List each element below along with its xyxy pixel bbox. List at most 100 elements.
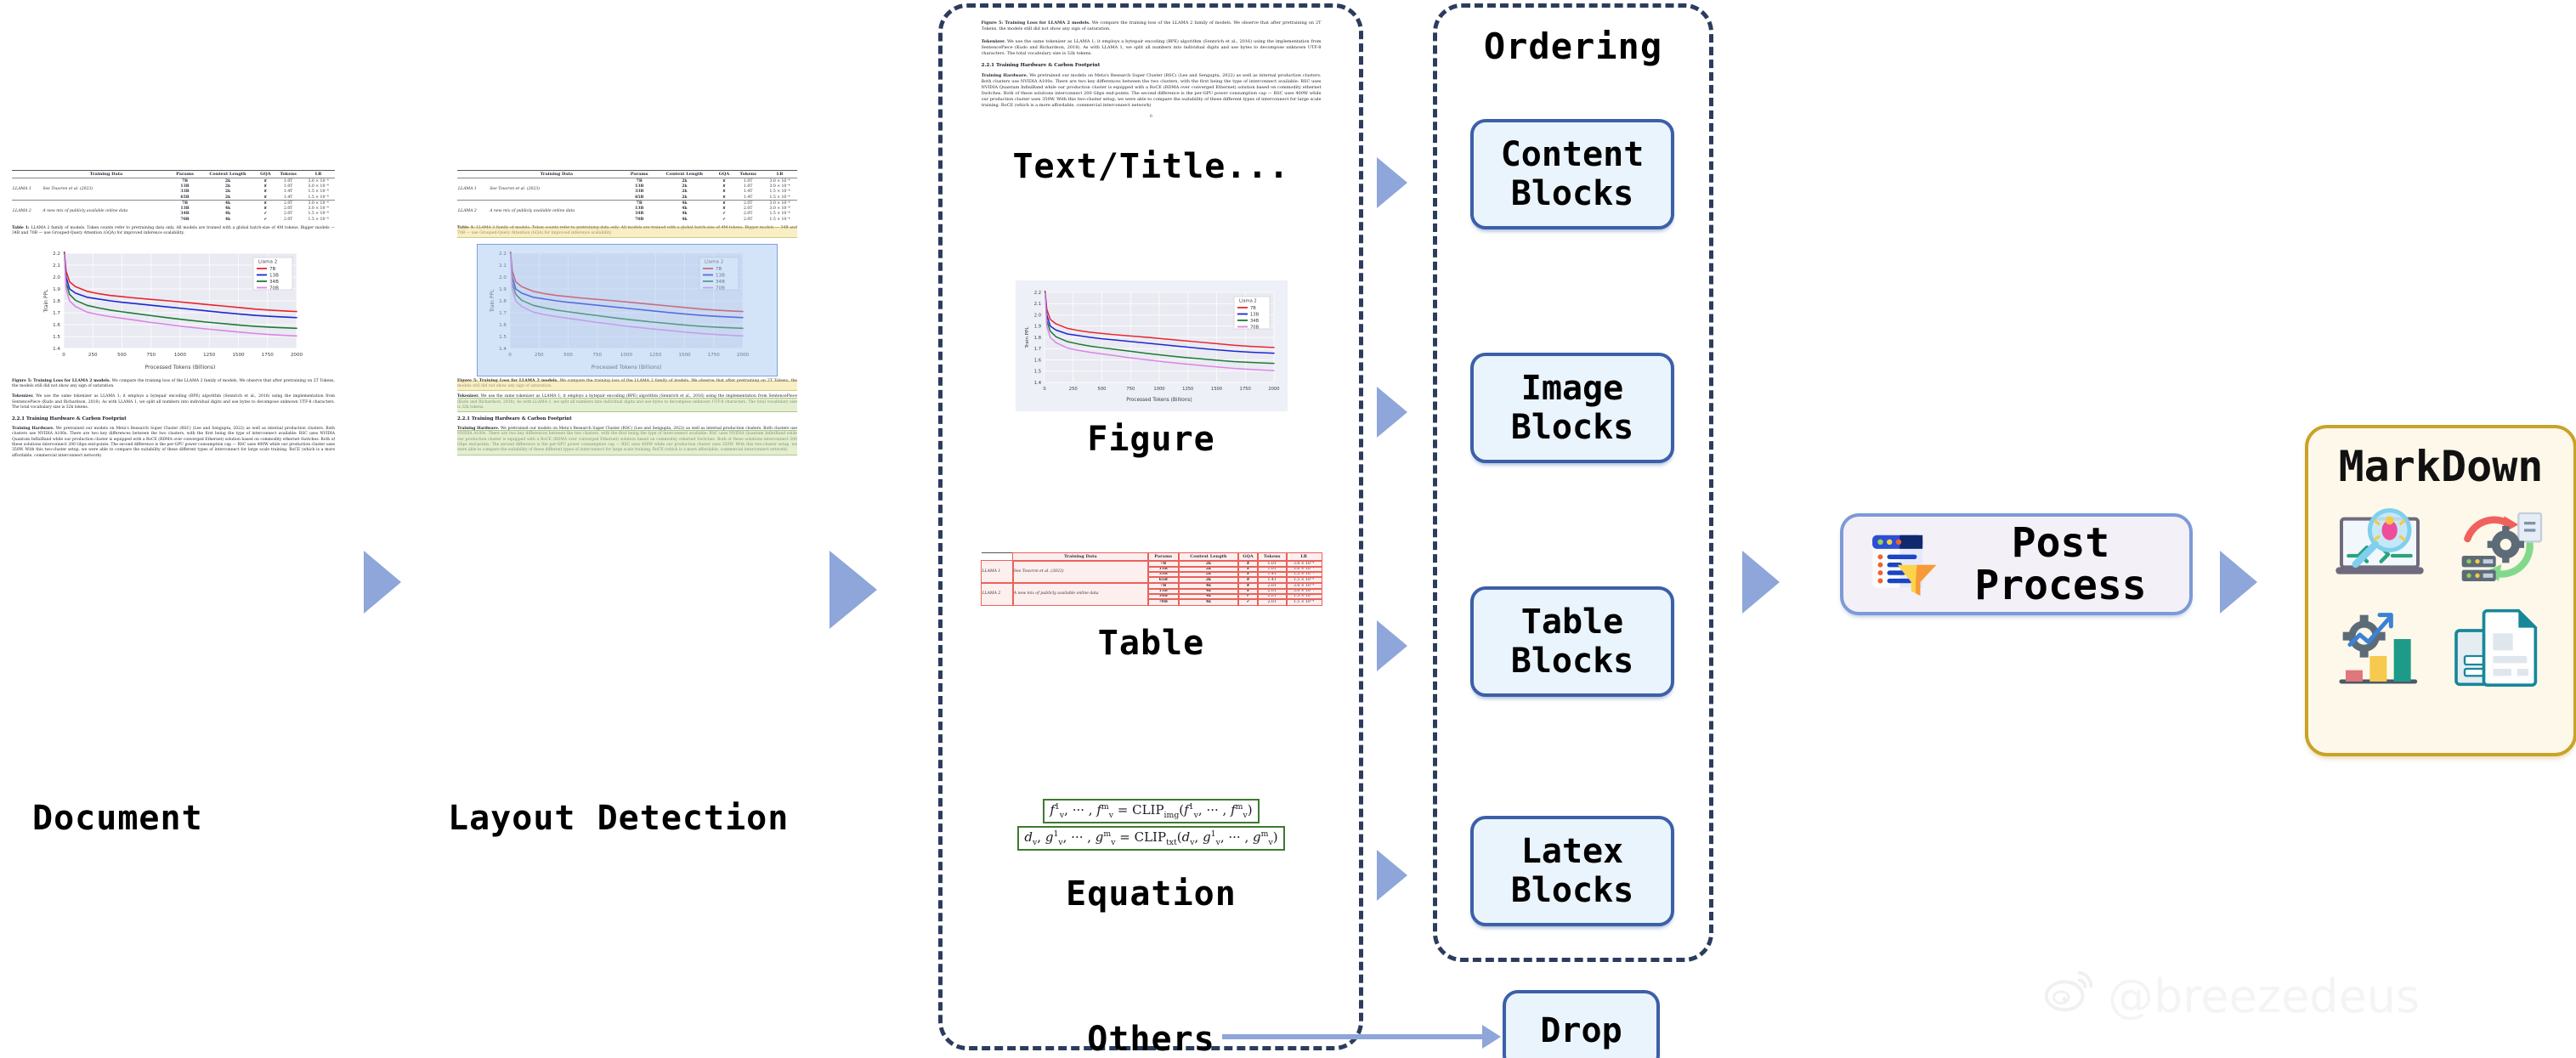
svg-text:Llama 2: Llama 2 — [705, 259, 723, 264]
table-cell-context: 4k — [224, 201, 231, 206]
arrow-postprocess-to-markdown — [2220, 551, 2257, 614]
stage-label-document: Document — [32, 799, 203, 838]
svg-text:1.8: 1.8 — [53, 299, 60, 304]
category-text-title: Figure 5: Training Loss for LLAMA 2 mode… — [954, 17, 1349, 186]
block-image-blocks-line1: Image — [1520, 369, 1624, 408]
arrow-document-to-layout — [364, 551, 401, 614]
table-cell-gqa: ✘ — [722, 195, 726, 200]
detected-cell-box — [1011, 559, 1149, 584]
svg-text:Train PPL: Train PPL — [43, 289, 49, 314]
table-cell-params: 65B — [180, 195, 190, 200]
training-loss-chart: 1.4 1.5 1.6 1.7 1.8 1.9 2.0 2.1 2.2 0 250 500 750 100… — [490, 251, 750, 371]
table-cell-lr: 1.5 × 10⁻⁴ — [769, 217, 790, 222]
table-cell-context: 2k — [682, 195, 688, 200]
table-cell-params: 7B — [636, 201, 643, 206]
table-cell-lr: 3.0 × 10⁻⁴ — [769, 178, 790, 184]
svg-text:1000: 1000 — [1153, 387, 1164, 392]
svg-text:13B: 13B — [269, 273, 279, 278]
block-drop[interactable]: Drop — [1503, 990, 1660, 1058]
text-block-preview: Figure 5: Training Loss for LLAMA 2 mode… — [981, 17, 1322, 140]
svg-text:1.4: 1.4 — [499, 347, 507, 352]
table-row: LLAMA 1 See Touvron et al. (2023) 7B 2k ✘ 1.0… — [457, 178, 797, 191]
category-label-figure: Figure — [1087, 420, 1215, 459]
table-header-cell: GQA — [718, 171, 730, 177]
svg-text:750: 750 — [592, 353, 602, 358]
snippet-figure-caption: Figure 5: Training Loss for LLAMA 2 mode… — [981, 20, 1322, 31]
category-label-text-title: Text/Title... — [1012, 147, 1290, 186]
table-cell-lr: 3.0 × 10⁻⁴ — [769, 201, 790, 206]
table-group-name: LLAMA 2 — [13, 209, 31, 214]
table-cell-tokens: 1.4T — [744, 195, 753, 200]
detected-cell-box — [1237, 598, 1259, 606]
table-group-data: A new mix of publicly available online d… — [490, 209, 575, 214]
detected-cell-box — [1011, 581, 1149, 606]
table-cell-tokens: 2.0T — [744, 201, 753, 206]
table-cell-lr: 1.5 × 10⁻⁴ — [308, 195, 329, 200]
svg-text:1500: 1500 — [1210, 387, 1221, 392]
category-figure: 1.4 1.5 1.6 1.7 1.8 1.9 2.0 2.1 2.2 0 250 500 750 100… — [954, 280, 1349, 459]
detected-cell-box — [1256, 598, 1288, 606]
svg-text:1.9: 1.9 — [1033, 325, 1040, 330]
block-image-blocks[interactable]: Image Blocks — [1470, 353, 1674, 463]
snippet-tokenizer-paragraph: Tokenizer. We use the same tokenizer as … — [981, 38, 1322, 56]
block-content-blocks[interactable]: Content Blocks — [1470, 119, 1674, 229]
document-page-original: Training Data Params Context Length GQA Toke… — [12, 170, 335, 744]
paper-hardware-paragraph: Training Hardware. We pretrained our mod… — [457, 427, 797, 453]
gear-analytics-bar-chart-icon — [2333, 602, 2435, 697]
svg-text:7B: 7B — [716, 267, 722, 272]
table-cell-params: 7B — [636, 178, 643, 184]
svg-text:7B: 7B — [269, 267, 276, 272]
block-content-blocks-line2: Blocks — [1510, 174, 1634, 213]
stage-label-layout-detection: Layout Detection — [448, 799, 790, 838]
block-table-blocks[interactable]: Table Blocks — [1470, 586, 1674, 697]
detected-cell-box — [1285, 598, 1322, 606]
arrow-layout-to-blocks — [829, 551, 877, 629]
svg-text:1.4: 1.4 — [1033, 381, 1041, 386]
table-header-cell: GQA — [260, 171, 271, 177]
svg-text:1.7: 1.7 — [1033, 347, 1040, 352]
table-cell-lr: 3.0 × 10⁻⁴ — [308, 201, 329, 206]
svg-text:Processed Tokens (Billions): Processed Tokens (Billions) — [592, 365, 662, 371]
markdown-output-box[interactable]: MarkDown — [2305, 425, 2576, 756]
table-cell-params: 70B — [635, 217, 644, 222]
table-header-cell — [457, 171, 489, 178]
table-cell-lr: 1.5 × 10⁻⁴ — [308, 217, 329, 222]
table-cell-tokens: 2.0T — [283, 201, 293, 206]
svg-text:34B: 34B — [1250, 319, 1260, 324]
svg-text:70B: 70B — [1250, 325, 1260, 331]
table-group-name: LLAMA 1 — [458, 187, 477, 192]
table-header-cell: Params — [176, 171, 194, 177]
paper-section-heading: 2.2.1 Training Hardware & Carbon Footpri… — [12, 416, 127, 422]
detected-cell-box — [1177, 598, 1240, 606]
svg-text:2.1: 2.1 — [53, 263, 60, 269]
svg-text:2.2: 2.2 — [499, 252, 507, 257]
snippet-hardware-paragraph: Training Hardware. We pretrained our mod… — [981, 72, 1322, 108]
svg-text:1.6: 1.6 — [53, 323, 60, 328]
stage-label-ordering: Ordering — [1483, 25, 1663, 67]
svg-text:2.1: 2.1 — [1033, 302, 1040, 307]
table-cell-context: 2k — [682, 178, 688, 184]
svg-text:2.1: 2.1 — [499, 263, 507, 269]
svg-text:1500: 1500 — [232, 353, 245, 358]
table-cell-params: 7B — [181, 201, 189, 206]
table-header-cell: Tokens — [280, 171, 297, 177]
table-cell-params: 65B — [635, 195, 644, 200]
post-process-box[interactable]: Post Process — [1840, 513, 2193, 615]
markdown-title: MarkDown — [2338, 442, 2544, 491]
gear-sync-document-icon — [2448, 501, 2550, 597]
weibo-icon — [2043, 967, 2096, 1026]
connector-arrowhead-drop — [1482, 1025, 1501, 1049]
svg-text:1.4: 1.4 — [53, 347, 60, 352]
svg-text:2.2: 2.2 — [53, 252, 60, 257]
svg-text:500: 500 — [563, 353, 573, 358]
table-header-cell: Context Length — [209, 171, 246, 177]
training-loss-chart: 1.4 1.5 1.6 1.7 1.8 1.9 2.0 2.1 2.2 0 250 500 750 100… — [43, 251, 303, 371]
laptop-code-bug-inspect-icon — [2333, 501, 2435, 597]
block-latex-blocks[interactable]: Latex Blocks — [1470, 816, 1674, 926]
svg-text:1.6: 1.6 — [1033, 358, 1040, 363]
svg-text:1500: 1500 — [678, 353, 691, 358]
table-header-cell: Training Data — [540, 171, 574, 177]
table-cell-lr: 1.5 × 10⁻⁴ — [769, 195, 790, 200]
paper-section-heading: 2.2.1 Training Hardware & Carbon Footpri… — [457, 416, 572, 422]
table-header-cell: Params — [630, 171, 648, 177]
